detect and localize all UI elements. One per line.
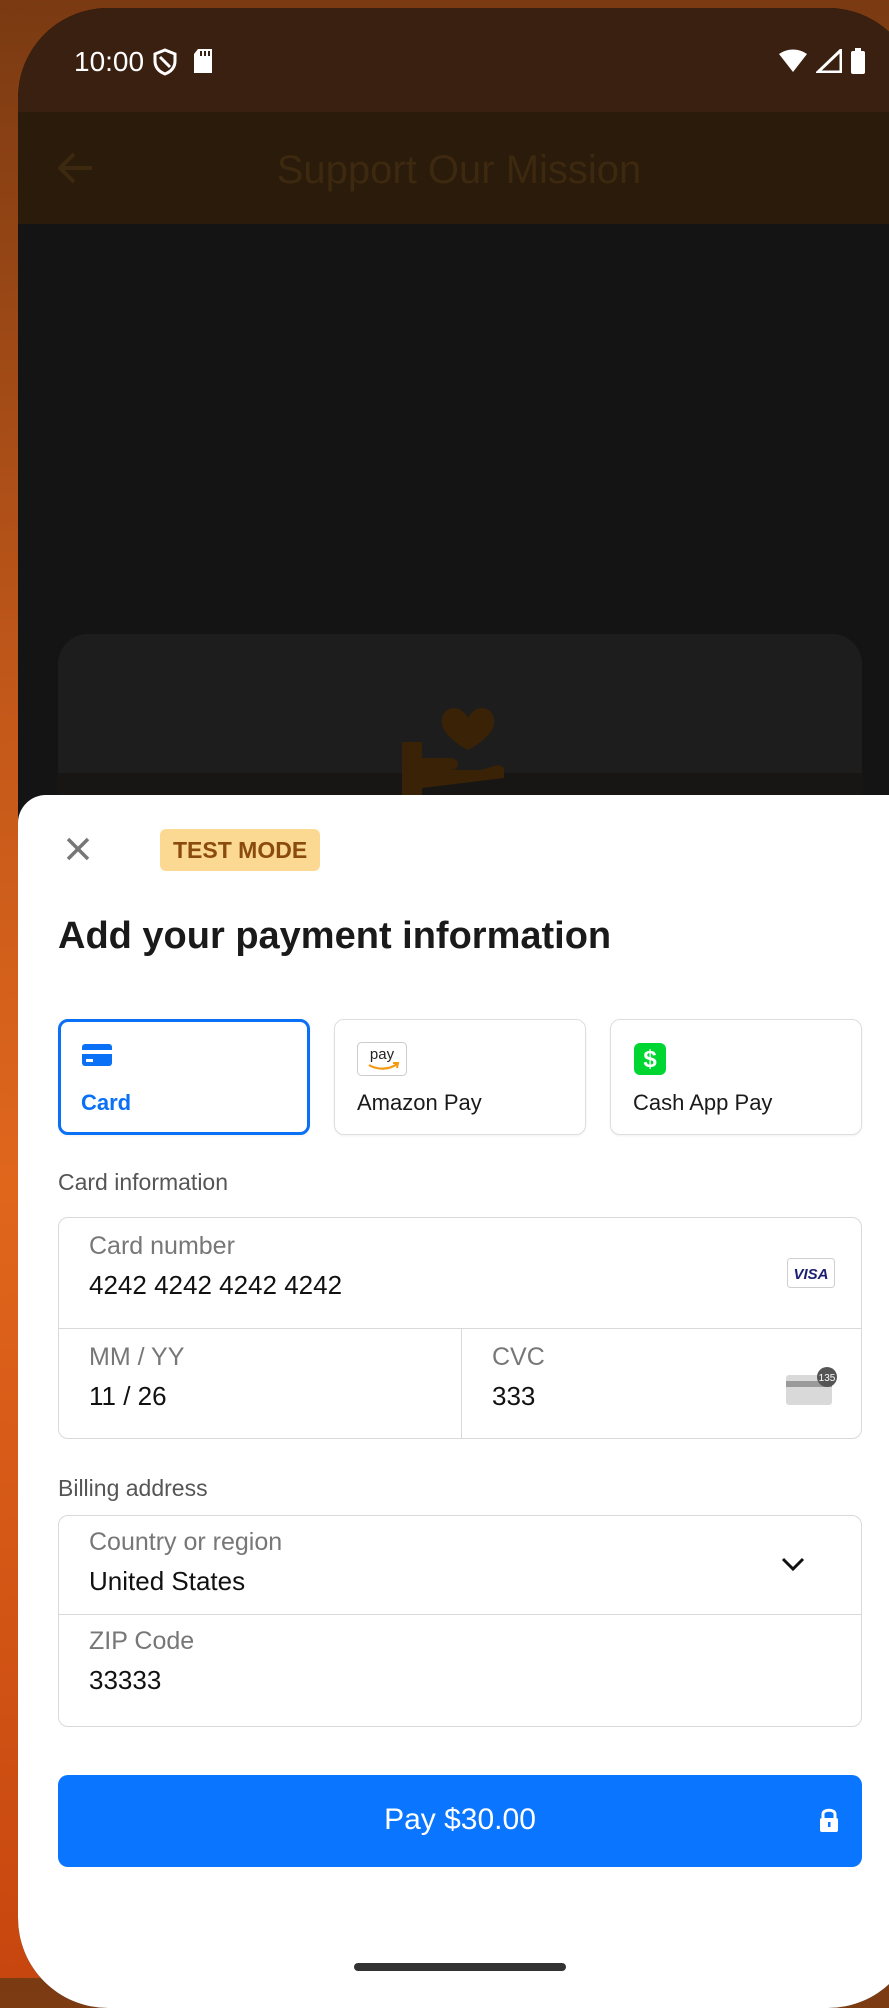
payment-sheet: TEST MODE Add your payment information C… bbox=[18, 795, 889, 2008]
country-value[interactable]: United States bbox=[89, 1566, 245, 1597]
expiry-value[interactable]: 11 / 26 bbox=[89, 1381, 167, 1412]
cvc-card-icon: 135 bbox=[784, 1367, 840, 1412]
test-mode-badge: TEST MODE bbox=[160, 829, 321, 871]
cash-app-symbol: $ bbox=[643, 1046, 657, 1073]
expiry-label: MM / YY bbox=[89, 1343, 185, 1371]
shield-icon bbox=[152, 48, 178, 81]
home-indicator[interactable] bbox=[354, 1963, 566, 1971]
card-icon bbox=[81, 1042, 113, 1073]
method-card[interactable]: Card bbox=[58, 1019, 310, 1135]
signal-icon bbox=[814, 46, 843, 78]
country-select[interactable]: Country or region United States bbox=[59, 1516, 861, 1614]
country-label: Country or region bbox=[89, 1528, 283, 1556]
app-bar: Support Our Mission bbox=[18, 112, 889, 224]
visa-brand-text: VISA bbox=[793, 1266, 828, 1283]
device-frame: 10:00 Support Our Mission TEST MODE Add … bbox=[18, 8, 889, 2008]
method-card-label: Card bbox=[81, 1090, 132, 1115]
method-cash-app-pay-label: Cash App Pay bbox=[633, 1090, 773, 1115]
wifi-icon bbox=[778, 49, 808, 78]
cvc-value[interactable]: 333 bbox=[492, 1381, 535, 1412]
status-time: 10:00 bbox=[74, 46, 145, 77]
sheet-title: Add your payment information bbox=[58, 915, 612, 957]
close-icon[interactable] bbox=[58, 829, 98, 869]
pay-button-label: Pay $30.00 bbox=[384, 1803, 536, 1836]
amazon-pay-icon: pay bbox=[357, 1042, 407, 1081]
billing-address-label: Billing address bbox=[58, 1475, 208, 1501]
pay-button[interactable]: Pay $30.00 bbox=[58, 1775, 862, 1867]
page-title: Support Our Mission bbox=[276, 148, 642, 192]
amazon-pay-icon-text: pay bbox=[370, 1046, 395, 1063]
cvc-field[interactable]: CVC 333 135 bbox=[462, 1329, 861, 1439]
cvc-label: CVC bbox=[492, 1343, 545, 1371]
zip-field[interactable]: ZIP Code 33333 bbox=[59, 1615, 861, 1727]
card-number-value[interactable]: 4242 4242 4242 4242 bbox=[89, 1270, 342, 1301]
cash-app-icon: $ bbox=[633, 1042, 667, 1081]
visa-icon: VISA bbox=[787, 1258, 835, 1293]
card-info-label: Card information bbox=[58, 1169, 229, 1195]
zip-value[interactable]: 33333 bbox=[89, 1665, 161, 1696]
method-amazon-pay-label: Amazon Pay bbox=[357, 1090, 482, 1115]
method-amazon-pay[interactable]: pay Amazon Pay bbox=[334, 1019, 586, 1135]
card-number-field[interactable]: Card number 4242 4242 4242 4242 VISA bbox=[59, 1218, 861, 1328]
chevron-down-icon[interactable] bbox=[779, 1554, 807, 1579]
zip-label: ZIP Code bbox=[89, 1627, 195, 1655]
sd-card-icon bbox=[192, 48, 214, 81]
card-number-label: Card number bbox=[89, 1232, 235, 1260]
cvc-badge-text: 135 bbox=[819, 1373, 836, 1384]
method-cash-app-pay[interactable]: $ Cash App Pay bbox=[610, 1019, 862, 1135]
donation-heart-icon bbox=[400, 698, 510, 803]
status-bar: 10:00 bbox=[18, 8, 889, 112]
billing-address-group: Country or region United States ZIP Code… bbox=[58, 1515, 862, 1727]
expiry-field[interactable]: MM / YY 11 / 26 bbox=[59, 1329, 461, 1439]
battery-icon bbox=[850, 48, 866, 79]
card-info-group: Card number 4242 4242 4242 4242 VISA MM … bbox=[58, 1217, 862, 1439]
lock-icon bbox=[818, 1807, 840, 1838]
